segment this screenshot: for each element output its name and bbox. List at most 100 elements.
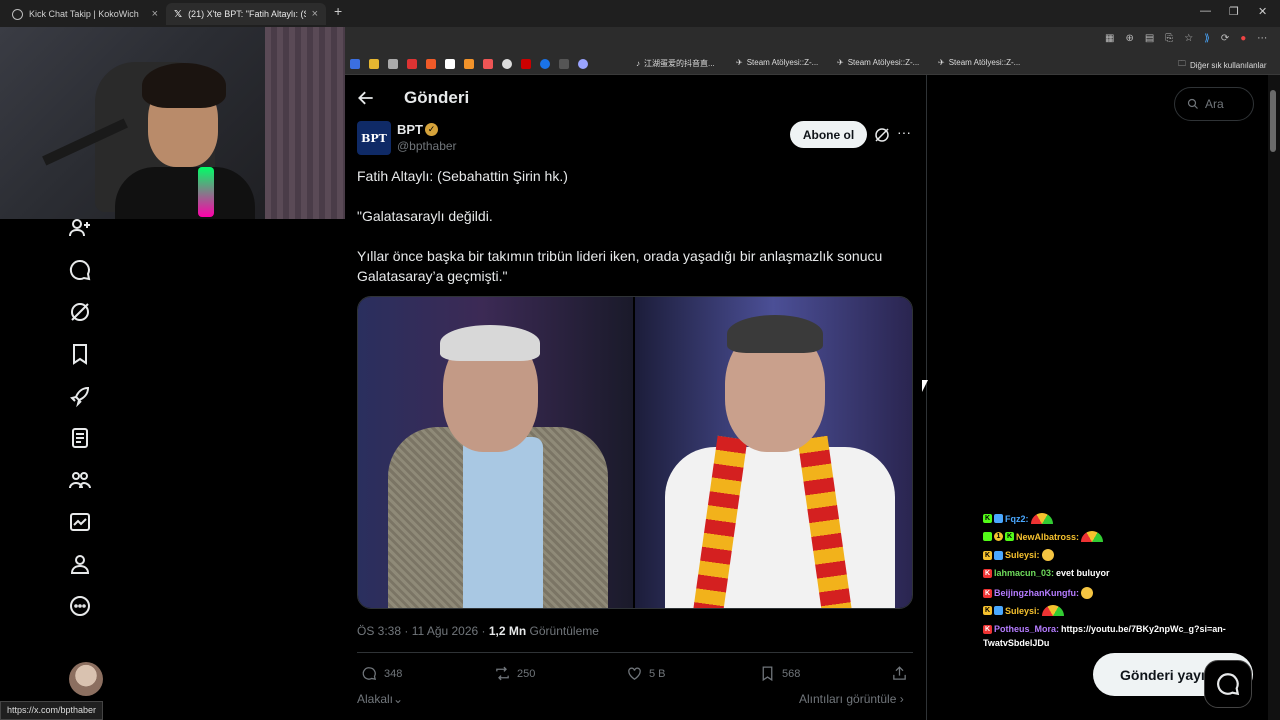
more-options-icon[interactable] <box>68 594 94 620</box>
gauge-emote-icon <box>1041 605 1064 616</box>
reader-icon[interactable]: ▤ <box>1145 33 1154 44</box>
bookmark-icon[interactable] <box>407 59 417 69</box>
repost-button[interactable]: 250 <box>494 665 535 682</box>
author-handle[interactable]: @bpthaber <box>397 139 457 153</box>
close-tab-icon[interactable]: × <box>152 8 158 20</box>
kick-badge-icon: K <box>983 624 992 634</box>
lists-icon[interactable] <box>68 426 94 452</box>
bookmark-label: Steam Atölyesi::Z-... <box>746 58 819 67</box>
bookmark-steam-1[interactable]: ✈ Steam Atölyesi::Z-... <box>736 58 818 67</box>
media-photo-left[interactable] <box>358 297 635 608</box>
zoom-icon[interactable]: ⊕ <box>1125 33 1133 44</box>
bookmark-label: Steam Atölyesi::Z-... <box>847 58 920 67</box>
subscribe-button[interactable]: Abone ol <box>790 121 867 148</box>
reply-button[interactable]: 348 <box>361 665 402 682</box>
bookmark-icon <box>762 666 773 682</box>
author-name[interactable]: BPT <box>397 122 423 137</box>
restore-button[interactable]: ❐ <box>1229 5 1239 18</box>
bookmark-icon[interactable] <box>350 59 360 69</box>
messages-button[interactable] <box>1204 660 1252 708</box>
bookmark-icon[interactable] <box>540 59 550 69</box>
author-avatar[interactable]: BPT <box>357 121 391 155</box>
bookmark-icon[interactable] <box>578 59 588 69</box>
webcam-overlay <box>0 27 345 219</box>
more-icon[interactable]: ··· <box>897 124 911 140</box>
kick-badge-icon: K <box>1005 532 1014 541</box>
bookmark-steam-2[interactable]: ✈ Steam Atölyesi::Z-... <box>837 58 919 67</box>
chat-username: Potheus_Mora: <box>994 624 1060 634</box>
back-arrow-icon[interactable] <box>356 88 376 108</box>
emoji-emote-icon <box>1041 549 1054 561</box>
gem-badge-icon <box>994 514 1003 523</box>
chat-text: TwatvSbdelJDu <box>983 638 1050 648</box>
page-scrollbar[interactable] <box>1268 75 1280 720</box>
tab-kick-chat[interactable]: Kick Chat Takip | KokoWich × <box>4 3 166 25</box>
reddit-icon[interactable] <box>426 59 436 69</box>
follow-user-icon[interactable] <box>68 216 94 242</box>
gem-badge-icon <box>994 606 1003 615</box>
menu-icon[interactable]: ⋯ <box>1257 33 1267 44</box>
bookmark-icon[interactable] <box>521 59 531 69</box>
chat-message: 1K NewAlbatross: <box>983 531 1104 542</box>
related-label: Alakalı <box>357 692 394 706</box>
share-icon[interactable]: ⎘ <box>1165 33 1173 44</box>
chat-text: https://youtu.be/7BKy2npWc_g?si=an- <box>1061 624 1226 634</box>
tab-x-post[interactable]: 𝕏 (21) X'te BPT: "Fatih Altaylı: (Sebah … <box>166 3 326 25</box>
search-box[interactable]: Ara <box>1174 87 1254 121</box>
analytics-icon[interactable] <box>68 510 94 536</box>
bookmark-icon[interactable] <box>502 59 512 69</box>
folder-icon: 🗀 <box>1178 59 1186 68</box>
verified-badge-icon: ✓ <box>425 123 438 136</box>
chat-username: BeijingzhanKungfu: <box>994 588 1079 598</box>
bookmark-icon[interactable] <box>445 59 455 69</box>
messages-icon[interactable] <box>68 258 94 284</box>
account-avatar[interactable] <box>69 662 103 696</box>
favorite-icon[interactable]: ☆ <box>1184 33 1193 44</box>
new-tab-button[interactable]: + <box>334 3 342 19</box>
divider <box>357 652 913 653</box>
view-quotes-link[interactable]: Alıntıları görüntüle › <box>799 692 904 706</box>
extensions-icon[interactable]: ▦ <box>1105 33 1114 44</box>
like-count: 5 B <box>649 667 666 680</box>
emoji-emote-icon <box>1081 587 1093 599</box>
grok-icon[interactable] <box>68 300 94 326</box>
heart-icon <box>628 667 641 680</box>
related-dropdown[interactable]: Alakalı⌄ <box>357 692 403 706</box>
tweet-media[interactable] <box>357 296 913 609</box>
close-tab-icon[interactable]: × <box>312 8 318 20</box>
rocket-icon[interactable] <box>68 384 94 410</box>
bookmark-icon[interactable] <box>559 59 569 69</box>
tiktok-icon: ♪ <box>636 59 640 68</box>
extension-blue-icon[interactable]: ⟫ <box>1204 33 1210 44</box>
profile-icon[interactable]: ● <box>1240 33 1246 44</box>
bookmark-steam-3[interactable]: ✈ Steam Atölyesi::Z-... <box>938 58 1020 67</box>
tab-label: Kick Chat Takip | KokoWich <box>29 9 139 19</box>
bookmark-button[interactable]: 568 <box>759 665 800 682</box>
other-bookmarks[interactable]: 🗀 Diğer sık kullanılanlar <box>1178 58 1266 72</box>
extension-refresh-icon[interactable]: ⟳ <box>1221 33 1229 44</box>
media-photo-right[interactable] <box>635 297 912 608</box>
communities-icon[interactable] <box>68 468 94 494</box>
bookmark-icon[interactable] <box>388 59 398 69</box>
minimize-button[interactable]: — <box>1200 5 1211 17</box>
profile-icon[interactable] <box>68 552 94 578</box>
bookmark-douyin[interactable]: ♪ 江湖蛋爱的抖音直... <box>636 58 715 69</box>
bookmark-icon[interactable] <box>464 59 474 69</box>
webcam-curtain <box>265 27 345 219</box>
bookmark-icon[interactable] <box>369 59 379 69</box>
chat-username: Suleysi: <box>1005 605 1040 616</box>
close-window-button[interactable]: ✕ <box>1258 5 1267 18</box>
bookmarks-icon[interactable] <box>68 342 94 368</box>
share-button[interactable] <box>891 665 908 682</box>
like-button[interactable]: 5 B <box>626 665 666 682</box>
bookmark-icon[interactable] <box>483 59 493 69</box>
x-logo-icon: 𝕏 <box>174 8 183 20</box>
webcam-body <box>115 167 255 219</box>
chat-username: NewAlbatross: <box>1016 531 1080 542</box>
gauge-emote-icon <box>1081 531 1104 542</box>
grok-icon[interactable] <box>873 126 891 144</box>
chat-text: evet buluyor <box>1056 568 1110 578</box>
tweet-time[interactable]: ÖS 3:38 · 11 Ağu 2026 · <box>357 624 489 638</box>
scrollbar-thumb[interactable] <box>1270 90 1276 152</box>
repost-count: 250 <box>517 667 536 680</box>
